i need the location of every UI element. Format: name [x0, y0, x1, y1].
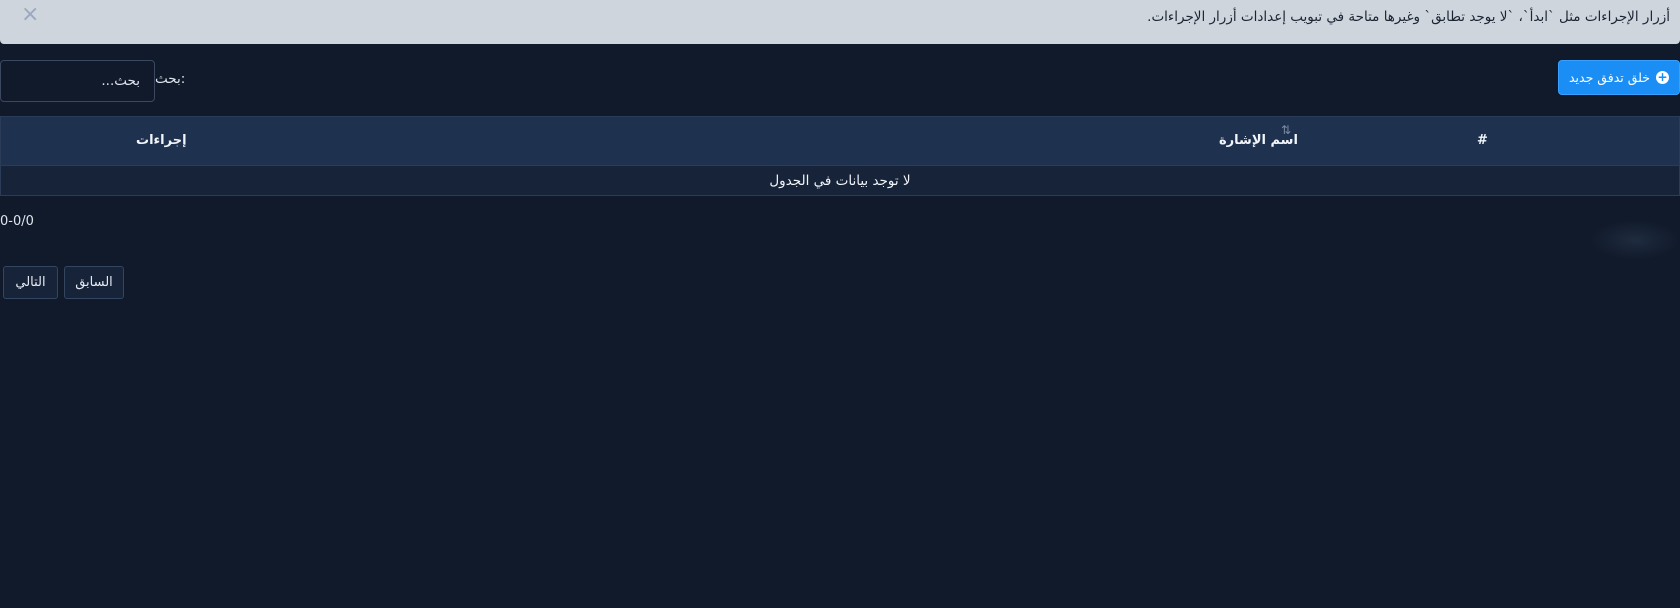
column-header-actions: إجراءات	[136, 133, 187, 148]
plus-circle-icon: +	[1656, 70, 1670, 84]
search-input[interactable]	[0, 60, 155, 102]
create-flow-label: خلق تدفق جديد	[1569, 70, 1651, 85]
notice-text: أزرار الإجراءات مثل `ابدأ`، `لا يوجد تطا…	[1147, 9, 1670, 25]
empty-table-row: لا توجد بيانات في الجدول	[0, 166, 1680, 196]
blurred-decoration	[1590, 220, 1680, 260]
table-header: # اسم الإشارة ⇅ إجراءات	[0, 116, 1680, 166]
next-page-button[interactable]: التالي	[3, 266, 58, 299]
close-icon[interactable]: ×	[21, 3, 39, 27]
create-flow-button[interactable]: + خلق تدفق جديد	[1558, 60, 1680, 95]
sort-icon[interactable]: ⇅	[1281, 123, 1291, 137]
search-label: بحث:	[155, 71, 186, 87]
pagination-info: 0-0/0	[0, 214, 34, 229]
data-table: # اسم الإشارة ⇅ إجراءات لا توجد بيانات ف…	[0, 116, 1680, 196]
notice-banner: × أزرار الإجراءات مثل `ابدأ`، `لا يوجد ت…	[0, 0, 1680, 44]
column-header-index[interactable]: #	[1477, 133, 1488, 148]
previous-page-button[interactable]: السابق	[64, 266, 124, 299]
